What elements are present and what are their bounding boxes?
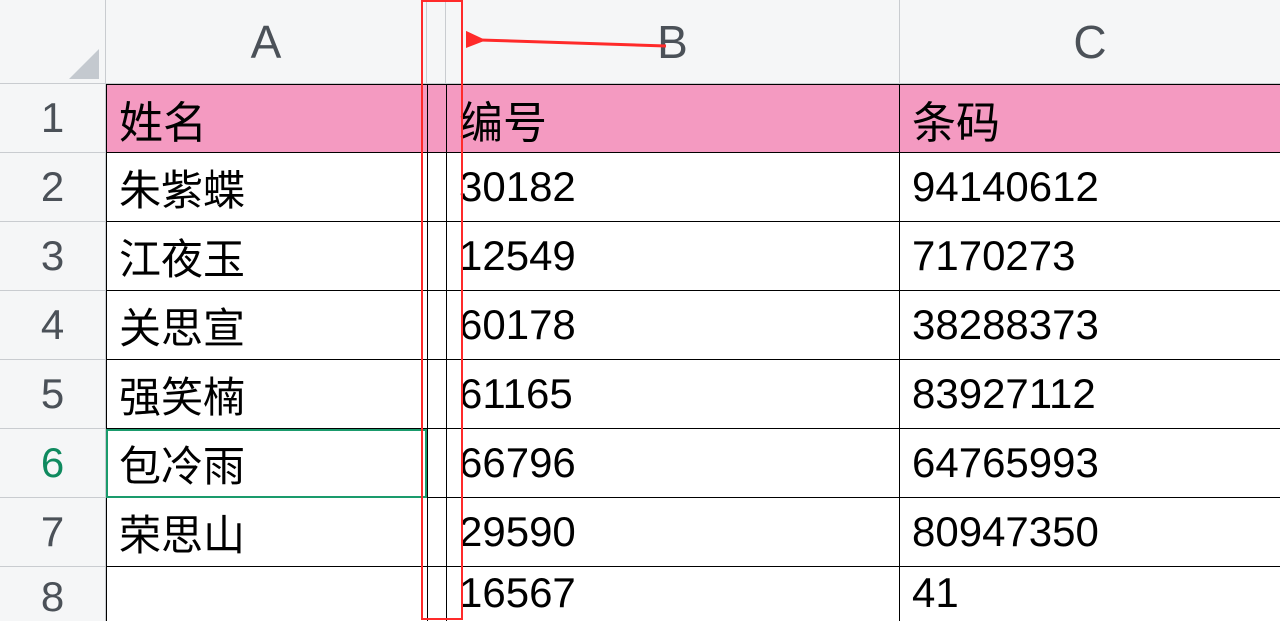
- cell-B6[interactable]: 66796: [446, 429, 900, 498]
- cell-B1[interactable]: 编号: [446, 84, 900, 153]
- cell-B5[interactable]: 61165: [446, 360, 900, 429]
- cell-C4[interactable]: 38288373: [900, 291, 1280, 360]
- select-all-corner[interactable]: [0, 0, 106, 84]
- cell-C3[interactable]: 7170273: [900, 222, 1280, 291]
- select-all-triangle-icon: [69, 49, 99, 79]
- cell-A7[interactable]: 荣思山: [106, 498, 427, 567]
- cell-A5[interactable]: 强笑楠: [106, 360, 427, 429]
- cell-B3[interactable]: 12549: [446, 222, 900, 291]
- row-header-3[interactable]: 3: [0, 222, 106, 291]
- cell-B8[interactable]: 16567: [446, 567, 900, 621]
- column-header-B[interactable]: B: [446, 0, 900, 84]
- cell-A6[interactable]: 包冷雨: [106, 429, 427, 498]
- cell-A8[interactable]: [106, 567, 427, 621]
- column-header-A[interactable]: A: [106, 0, 427, 84]
- row-header-6[interactable]: 6: [0, 429, 106, 498]
- row-header-5[interactable]: 5: [0, 360, 106, 429]
- cell-C1[interactable]: 条码: [900, 84, 1280, 153]
- cell-C5[interactable]: 83927112: [900, 360, 1280, 429]
- cell-B4[interactable]: 60178: [446, 291, 900, 360]
- cell-A3[interactable]: 江夜玉: [106, 222, 427, 291]
- cell-C7[interactable]: 80947350: [900, 498, 1280, 567]
- cell-A2[interactable]: 朱紫蝶: [106, 153, 427, 222]
- row-header-4[interactable]: 4: [0, 291, 106, 360]
- row-header-1[interactable]: 1: [0, 84, 106, 153]
- column-header-C[interactable]: C: [900, 0, 1280, 84]
- row-header-2[interactable]: 2: [0, 153, 106, 222]
- cell-A4[interactable]: 关思宣: [106, 291, 427, 360]
- spreadsheet-grid: A B C 1 2 3 4 5 6 7 8 姓名 编号 条码 朱紫蝶 30182…: [0, 0, 1280, 621]
- cell-B7[interactable]: 29590: [446, 498, 900, 567]
- cell-A1[interactable]: 姓名: [106, 84, 427, 153]
- cell-C8[interactable]: 41: [900, 567, 1280, 621]
- cell-C6[interactable]: 64765993: [900, 429, 1280, 498]
- column-header-narrow[interactable]: [427, 0, 446, 84]
- cell-C2[interactable]: 94140612: [900, 153, 1280, 222]
- row-header-7[interactable]: 7: [0, 498, 106, 567]
- cell-B2[interactable]: 30182: [446, 153, 900, 222]
- row-header-8[interactable]: 8: [0, 567, 106, 621]
